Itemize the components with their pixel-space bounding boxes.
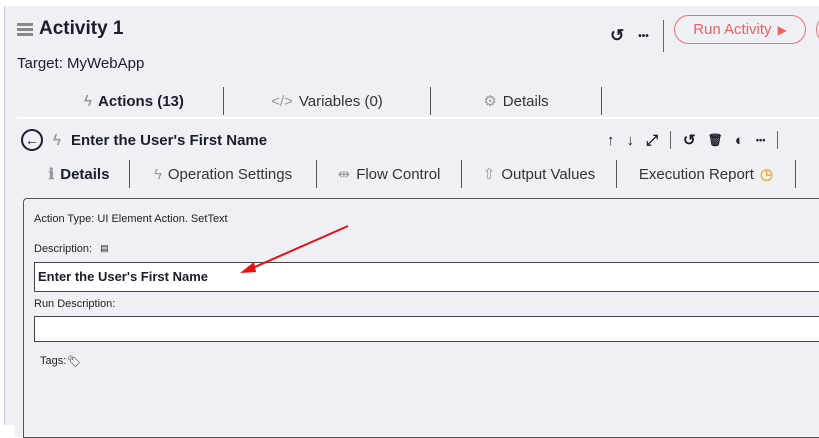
annotation-arrow — [240, 225, 349, 273]
